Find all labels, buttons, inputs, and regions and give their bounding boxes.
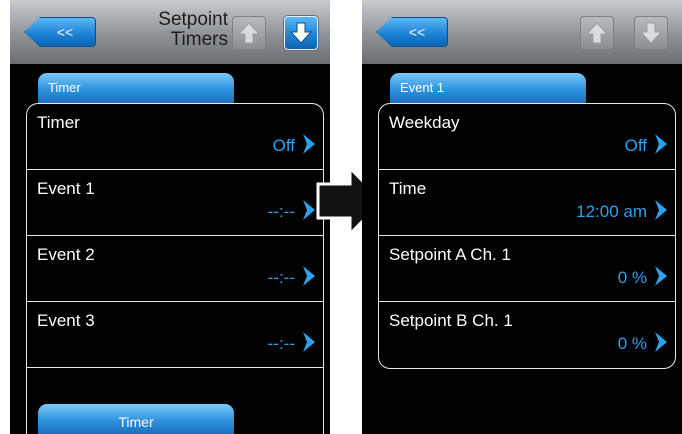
scroll-down-button[interactable]: [634, 16, 668, 50]
setpoint-b-row[interactable]: Setpoint B Ch. 1 0 %: [379, 302, 675, 368]
row-label: Event 1: [37, 179, 95, 198]
page-title-line2: Timers: [170, 29, 228, 50]
setpoint-a-row[interactable]: Setpoint A Ch. 1 0 %: [379, 236, 675, 302]
timer-tab: Timer: [38, 73, 234, 103]
event-2-row[interactable]: Event 2 --:--: [27, 236, 323, 302]
header-bar: <<: [362, 0, 682, 64]
chevron-right-icon: [303, 134, 315, 154]
row-label: Weekday: [389, 113, 460, 132]
chevron-right-icon: [655, 332, 667, 352]
header-bar: << Setpoint Timers: [10, 0, 330, 64]
row-value: --:--: [267, 268, 295, 287]
chevron-right-icon: [303, 332, 315, 352]
row-label: Event 2: [37, 245, 95, 264]
timer-row[interactable]: Timer Off: [27, 104, 323, 170]
setpoint-timers-screen: << Setpoint Timers Timer Timer Off Event…: [10, 0, 330, 434]
event-1-screen: << Event 1 Weekday Off Time 12:00 am Set…: [362, 0, 682, 434]
row-value: --:--: [267, 334, 295, 353]
arrow-up-icon: [585, 22, 609, 44]
scroll-up-button[interactable]: [580, 16, 614, 50]
timer-bottom-tab[interactable]: Timer: [38, 404, 234, 434]
row-label: Event 3: [37, 311, 95, 330]
row-value: 0 %: [617, 268, 647, 287]
arrow-down-icon: [289, 22, 313, 44]
row-value: Off: [272, 136, 295, 155]
row-label: Setpoint B Ch. 1: [389, 311, 513, 330]
chevron-right-icon: [655, 134, 667, 154]
back-button[interactable]: <<: [24, 17, 96, 47]
event-settings-list: Weekday Off Time 12:00 am Setpoint A Ch.…: [378, 103, 676, 369]
arrow-up-icon: [237, 22, 261, 44]
time-row[interactable]: Time 12:00 am: [379, 170, 675, 236]
chevron-right-icon: [303, 200, 315, 220]
timer-list: Timer Off Event 1 --:-- Event 2 --:-- Ev…: [26, 103, 324, 434]
row-value: --:--: [267, 202, 295, 221]
chevron-right-icon: [655, 200, 667, 220]
row-value: Off: [624, 136, 647, 155]
page-title-line1: Setpoint: [158, 9, 228, 30]
scroll-down-button[interactable]: [284, 16, 318, 50]
row-label: Timer: [37, 113, 80, 132]
row-value: 0 %: [617, 334, 647, 353]
weekday-row[interactable]: Weekday Off: [379, 104, 675, 170]
row-label: Time: [389, 179, 427, 198]
page-title: Setpoint Timers: [118, 10, 228, 50]
arrow-down-icon: [639, 22, 663, 44]
back-button[interactable]: <<: [376, 17, 448, 47]
row-label: Setpoint A Ch. 1: [389, 245, 511, 264]
chevron-right-icon: [303, 266, 315, 286]
event-1-tab: Event 1: [390, 73, 586, 103]
event-3-row[interactable]: Event 3 --:--: [27, 302, 323, 368]
row-value: 12:00 am: [576, 202, 647, 221]
scroll-up-button[interactable]: [232, 16, 266, 50]
chevron-right-icon: [655, 266, 667, 286]
event-1-row[interactable]: Event 1 --:--: [27, 170, 323, 236]
